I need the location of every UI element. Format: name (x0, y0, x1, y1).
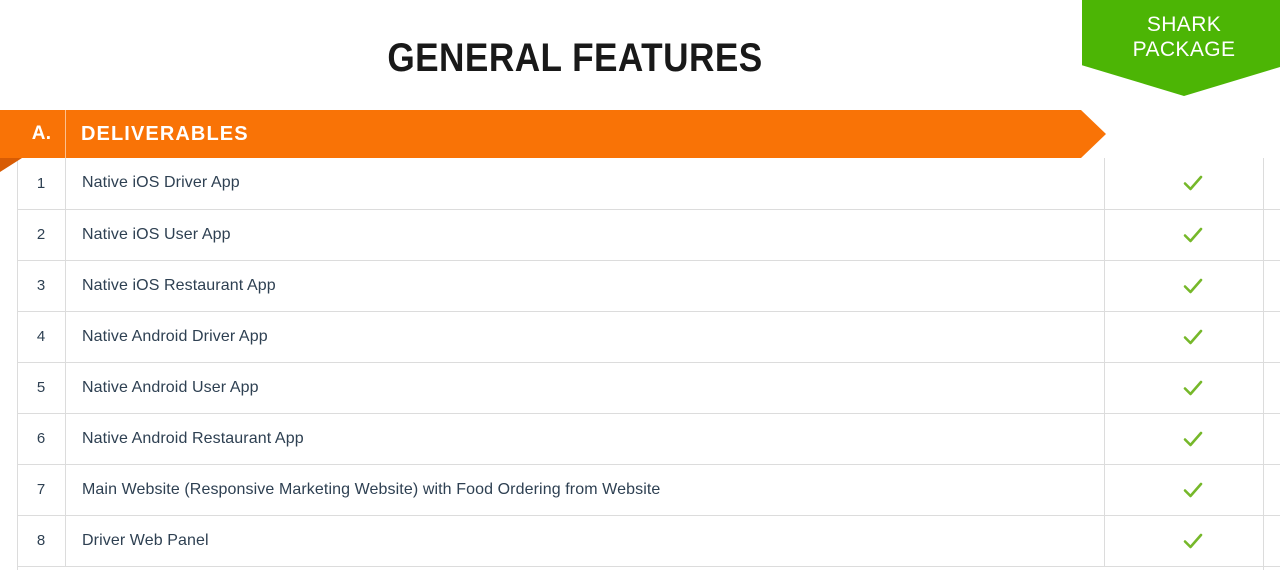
table-row: 7 Main Website (Responsive Marketing Webs… (17, 464, 1280, 516)
shark-package-badge: SHARK PACKAGE (1082, 0, 1280, 96)
table-row: 3 Native iOS Restaurant App (17, 260, 1280, 312)
row-included-cell (1104, 464, 1280, 516)
row-number: 3 (17, 260, 66, 312)
section-header-divider (65, 110, 66, 158)
row-included-cell (1104, 362, 1280, 414)
section-header-deliverables: A. DELIVERABLES (0, 110, 1106, 158)
row-included-cell (1104, 515, 1280, 567)
row-label: Driver Web Panel (65, 515, 1105, 567)
section-title: DELIVERABLES (81, 122, 249, 145)
row-number: 8 (17, 515, 66, 567)
section-header-fold-corner (0, 158, 22, 172)
table-row: 4 Native Android Driver App (17, 311, 1280, 363)
row-label: Native Android Restaurant App (65, 413, 1105, 465)
table-right-border (1263, 158, 1264, 570)
check-icon (1181, 171, 1205, 195)
row-number: 5 (17, 362, 66, 414)
check-icon (1181, 274, 1205, 298)
check-icon (1181, 529, 1205, 553)
table-row: 8 Driver Web Panel (17, 515, 1280, 567)
check-icon (1181, 223, 1205, 247)
check-icon (1181, 427, 1205, 451)
row-included-cell (1104, 158, 1280, 210)
row-number: 2 (17, 209, 66, 261)
row-label: Native Android Driver App (65, 311, 1105, 363)
deliverables-table: 1 Native iOS Driver App 2 Native iOS User A… (17, 158, 1280, 567)
table-row: 2 Native iOS User App (17, 209, 1280, 261)
section-letter: A. (31, 123, 52, 144)
table-left-border (17, 158, 18, 570)
check-icon (1181, 325, 1205, 349)
row-included-cell (1104, 311, 1280, 363)
check-icon (1181, 376, 1205, 400)
table-body: 1 Native iOS Driver App 2 Native iOS User A… (17, 158, 1280, 567)
row-label: Native iOS Driver App (65, 158, 1105, 210)
row-label: Native iOS User App (65, 209, 1105, 261)
badge-title-line-2: PACKAGE (1132, 38, 1236, 61)
row-label: Native Android User App (65, 362, 1105, 414)
table-row: 1 Native iOS Driver App (17, 158, 1280, 210)
badge-title-line-1: SHARK (1146, 13, 1222, 36)
row-label: Main Website (Responsive Marketing Websi… (65, 464, 1105, 516)
row-number: 7 (17, 464, 66, 516)
row-included-cell (1104, 413, 1280, 465)
row-number: 4 (17, 311, 66, 363)
row-label: Native iOS Restaurant App (65, 260, 1105, 312)
row-number: 1 (17, 158, 66, 210)
table-row: 5 Native Android User App (17, 362, 1280, 414)
row-number: 6 (17, 413, 66, 465)
row-included-cell (1104, 209, 1280, 261)
page-title: GENERAL FEATURES (387, 36, 763, 80)
table-row: 6 Native Android Restaurant App (17, 413, 1280, 465)
check-icon (1181, 478, 1205, 502)
row-included-cell (1104, 260, 1280, 312)
